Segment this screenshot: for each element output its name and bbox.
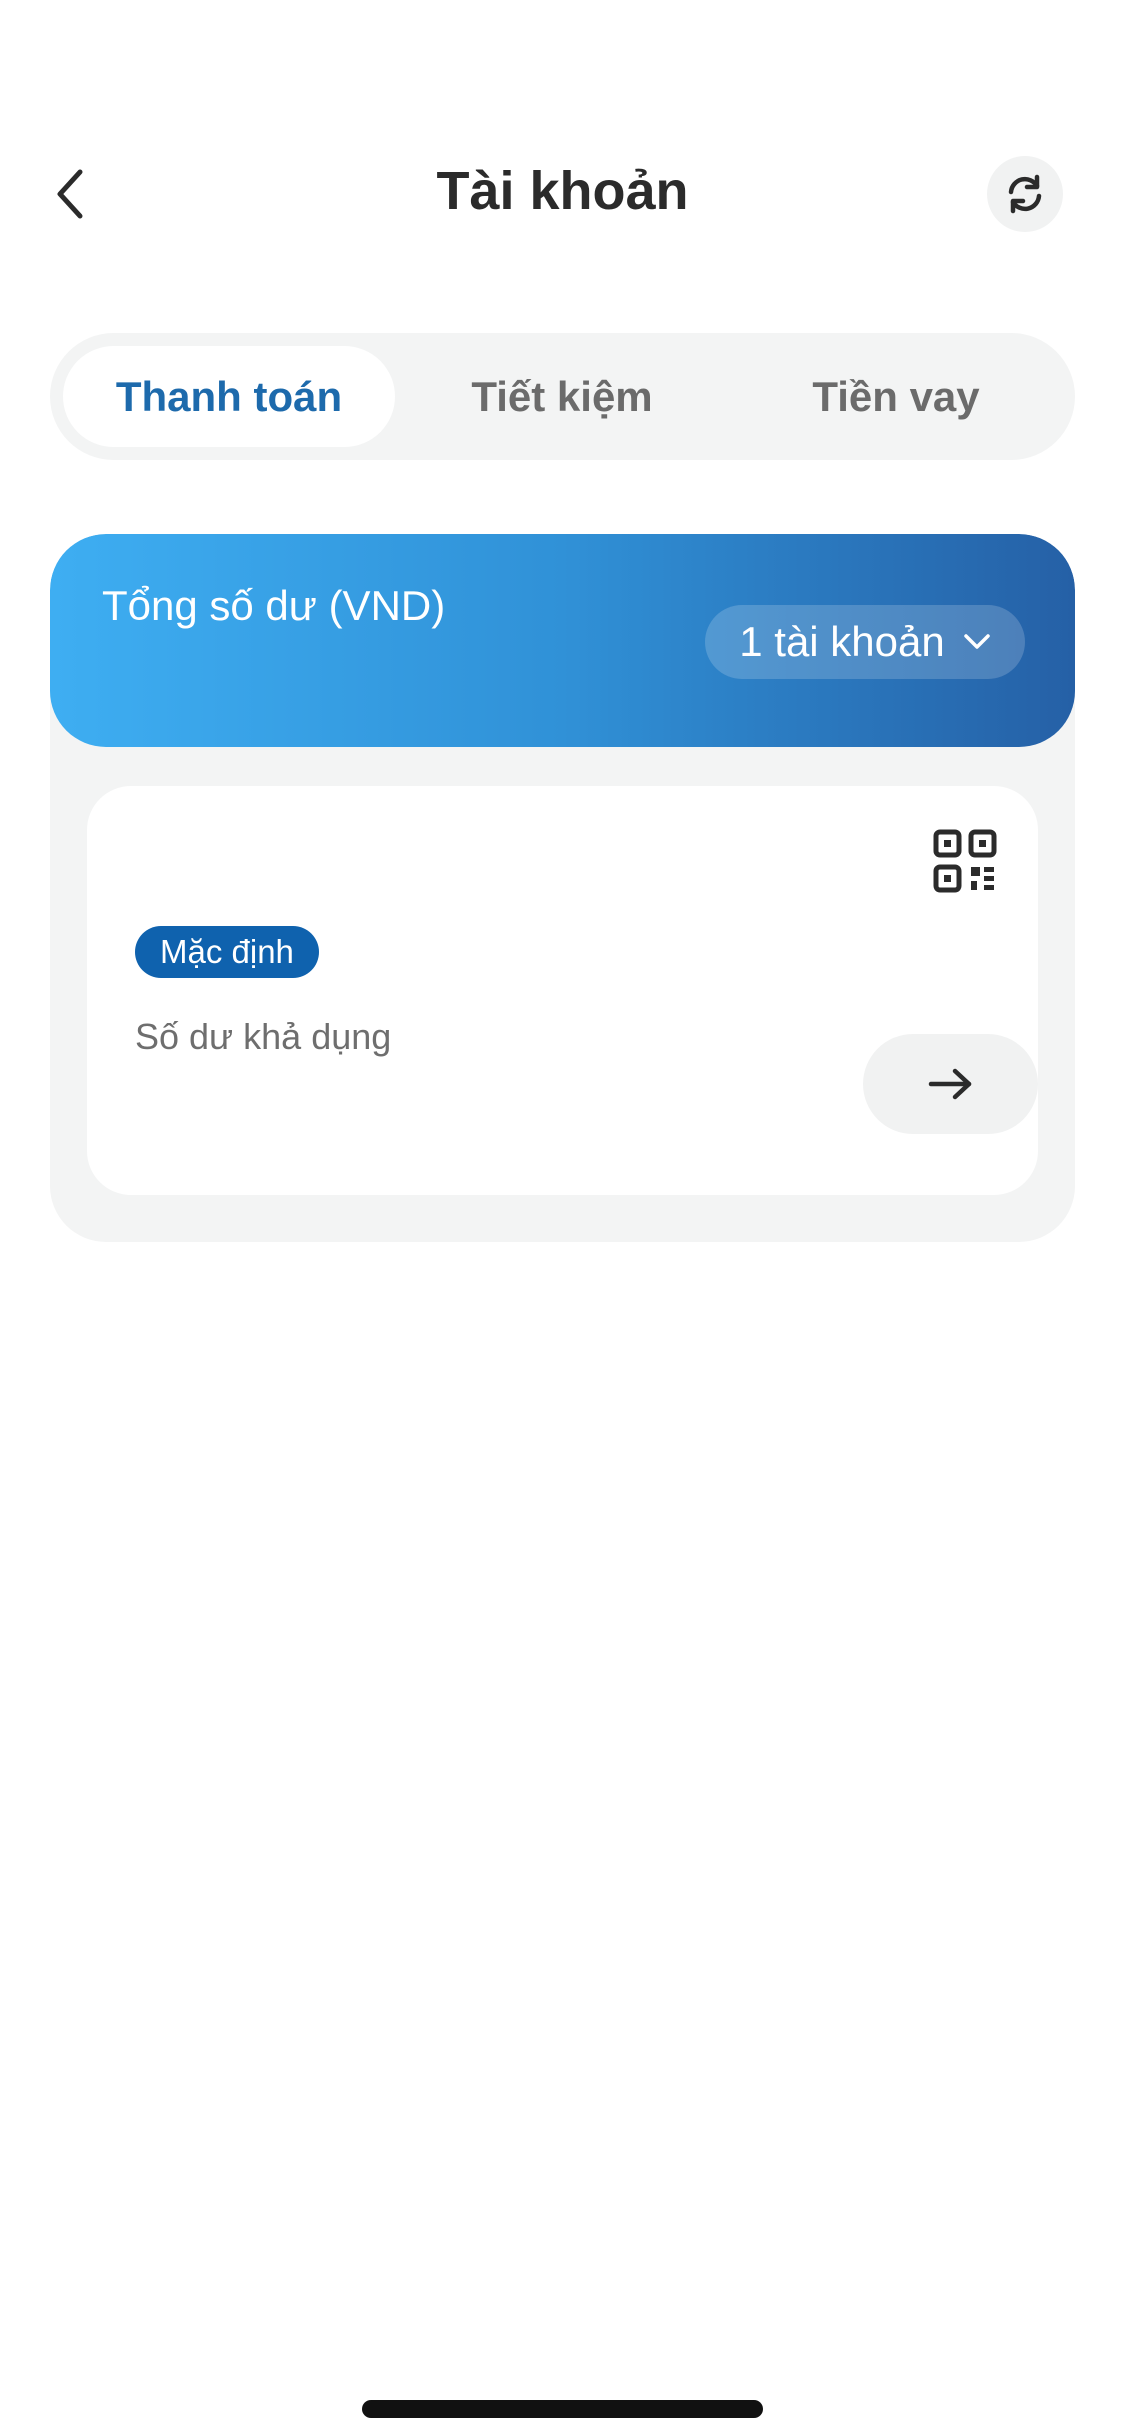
- chevron-left-icon: [57, 169, 83, 219]
- account-detail-button[interactable]: [863, 1034, 1038, 1134]
- account-type-tabs: Thanh toán Tiết kiệm Tiền vay: [50, 333, 1075, 460]
- total-balance-label: Tổng số dư (VND): [102, 582, 446, 629]
- account-card[interactable]: Mặc định Số dư khả dụng: [87, 786, 1038, 1195]
- refresh-button[interactable]: [987, 156, 1063, 232]
- tab-tiet-kiem[interactable]: Tiết kiệm: [396, 346, 728, 447]
- accounts-selector[interactable]: 1 tài khoản: [705, 605, 1025, 679]
- arrow-right-icon: [928, 1068, 971, 1100]
- default-badge: Mặc định: [135, 926, 319, 978]
- header: Tài khoản: [0, 150, 1125, 240]
- tab-thanh-toan[interactable]: Thanh toán: [63, 346, 395, 447]
- accounts-selector-label: 1 tài khoản: [739, 618, 945, 665]
- chevron-down-icon: [964, 634, 990, 649]
- qr-button[interactable]: [932, 828, 998, 894]
- total-balance-banner: Tổng số dư (VND) 1 tài khoản: [50, 534, 1075, 747]
- page-title: Tài khoản: [436, 161, 689, 221]
- qr-code-icon: [933, 829, 997, 893]
- home-indicator: [362, 2400, 763, 2418]
- balance-section: Tổng số dư (VND) 1 tài khoản Mặc định Số…: [50, 534, 1075, 1242]
- refresh-icon: [1008, 174, 1042, 214]
- tab-tien-vay[interactable]: Tiền vay: [730, 346, 1062, 447]
- back-button[interactable]: [36, 158, 108, 230]
- accounts-screen: Tài khoản Thanh toán Tiết kiệm Tiền vay …: [0, 0, 1125, 2436]
- available-balance-label: Số dư khả dụng: [135, 1016, 392, 1057]
